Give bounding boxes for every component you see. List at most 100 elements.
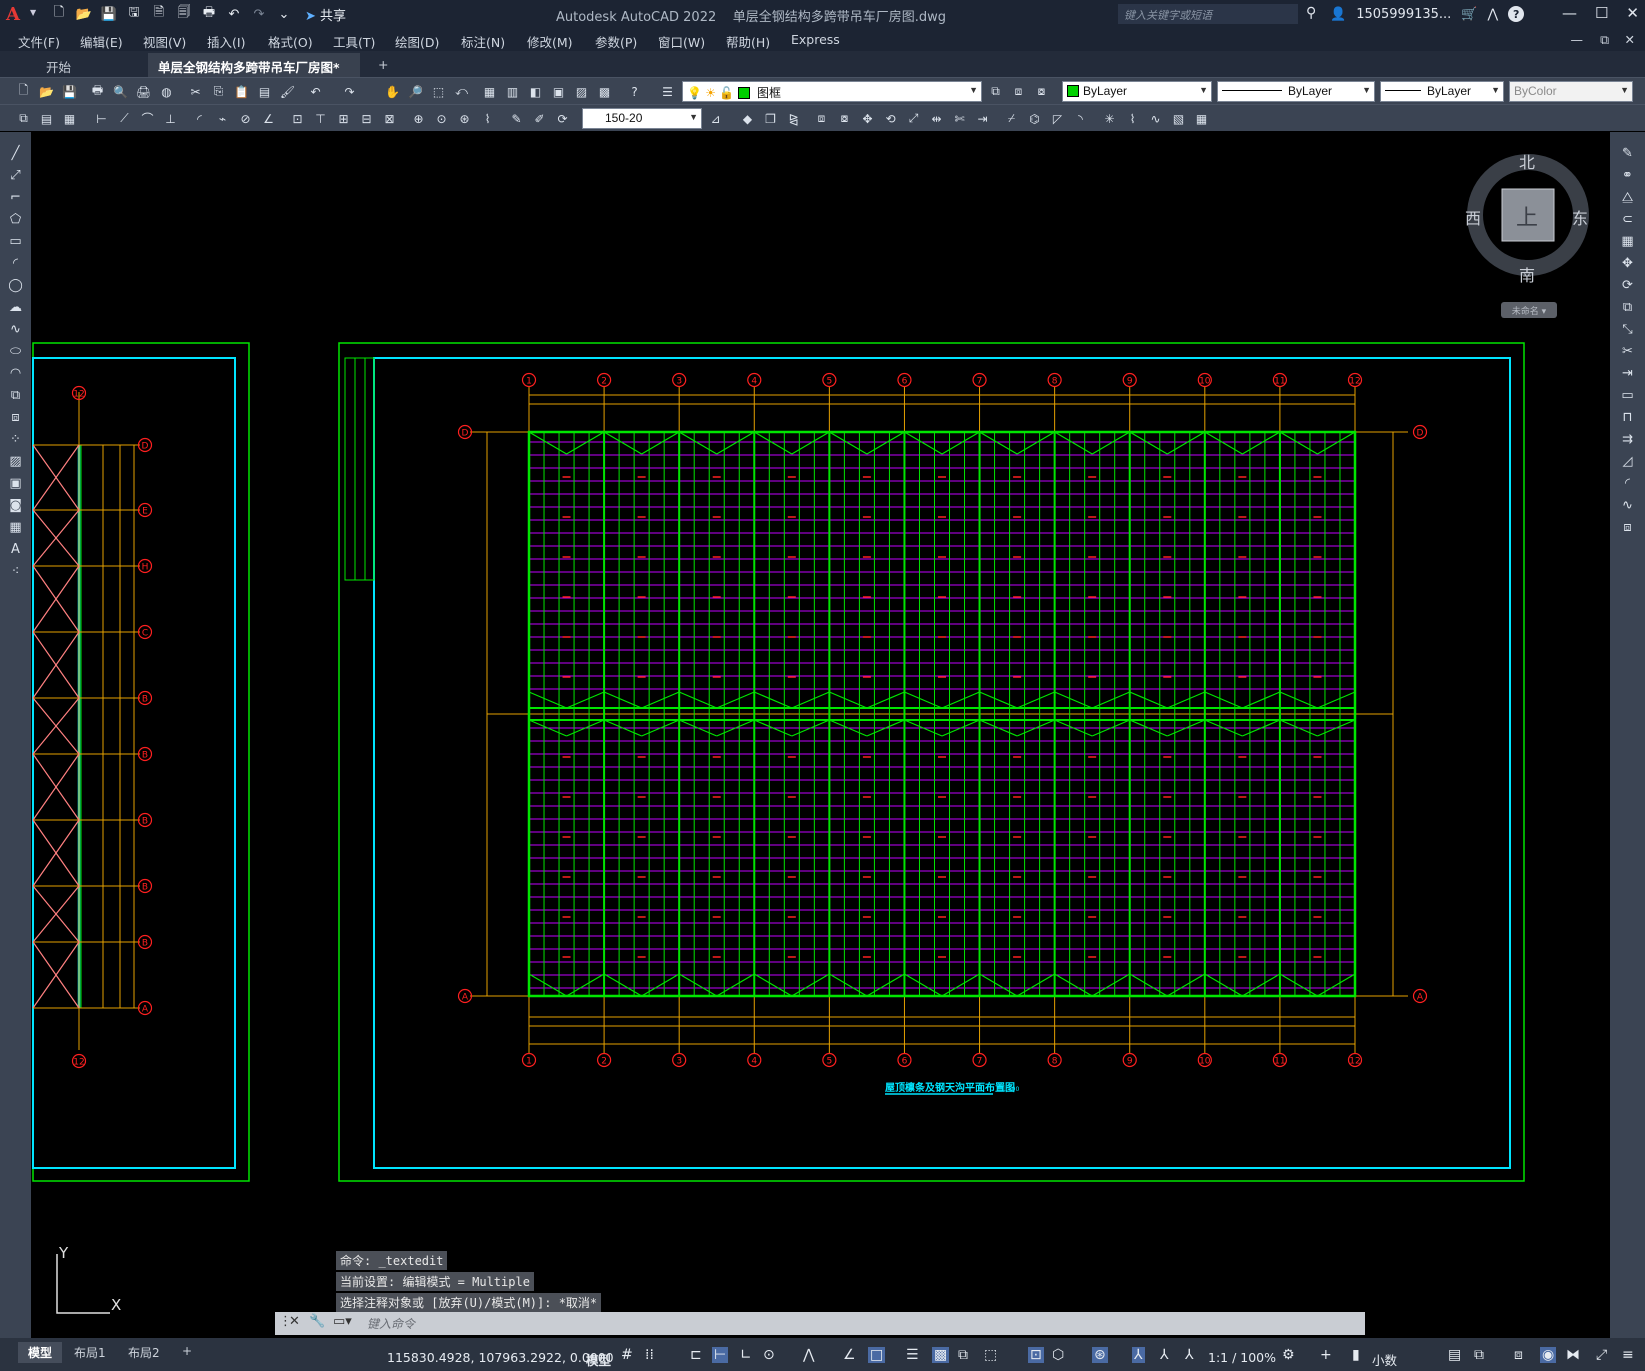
ellipse-icon[interactable]: ⬭ — [6, 342, 25, 361]
units-value[interactable]: 小数 — [1372, 1350, 1397, 1369]
stretch-icon[interactable]: ⇹ — [927, 109, 946, 128]
extend-icon[interactable]: ⇥ — [973, 109, 992, 128]
center-mark-icon[interactable]: ⊙ — [432, 109, 451, 128]
offset-icon[interactable]: ⊂ — [1618, 210, 1637, 229]
layout-tab-model[interactable]: 模型 — [18, 1342, 63, 1363]
lock-ui-icon[interactable]: ⧉ — [1474, 1347, 1484, 1363]
markup-icon[interactable]: ▨ — [572, 82, 591, 101]
array-icon[interactable]: ▦ — [1618, 232, 1637, 251]
customize-qat-icon[interactable]: ⌄ — [273, 3, 295, 25]
mirror-icon[interactable]: ⧎ — [784, 109, 803, 128]
qnew-icon[interactable]: 🗋 — [14, 82, 33, 101]
graphics-performance-icon[interactable]: ◉ — [1540, 1347, 1557, 1363]
trim-icon[interactable]: ✂ — [1618, 342, 1637, 361]
polygon-icon[interactable]: ⬠ — [6, 210, 25, 229]
copy-icon[interactable]: ⎘ — [209, 82, 228, 101]
properties-icon[interactable]: ▦ — [480, 82, 499, 101]
gizmo-icon[interactable]: ⊛ — [1092, 1347, 1108, 1363]
app-menu-chevron-icon[interactable]: ▼ — [30, 8, 36, 17]
dim-diameter-icon[interactable]: ⊘ — [236, 109, 255, 128]
undo-icon[interactable]: ↶ — [306, 82, 325, 101]
design-center-icon[interactable]: ▥ — [503, 82, 522, 101]
plot-icon[interactable]: 🖶 — [88, 82, 107, 101]
autodesk-app-icon[interactable]: ⋀ — [1487, 7, 1498, 22]
annotation-scale-value[interactable]: 1:1 / 100% — [1208, 1350, 1276, 1365]
jogged-linear-icon[interactable]: ⌇ — [478, 109, 497, 128]
layer-properties-icon[interactable]: ☰ — [658, 82, 677, 101]
save-as-icon[interactable]: 🖫 — [123, 3, 145, 25]
dim-linear-icon[interactable]: ⊢ — [92, 109, 111, 128]
quick-properties-icon[interactable]: ▤ — [1448, 1347, 1461, 1363]
help-icon[interactable]: ? — [625, 82, 644, 101]
model-space-button[interactable]: 模型 — [586, 1350, 611, 1369]
user-icon[interactable]: 👤 — [1330, 7, 1346, 22]
dim-break-icon[interactable]: ⊠ — [380, 109, 399, 128]
dim-arc-icon[interactable]: ⌒ — [138, 109, 157, 128]
ortho-icon[interactable]: ∟ — [740, 1347, 752, 1363]
construction-line-icon[interactable]: ⤢ — [6, 166, 25, 185]
match-properties-icon[interactable]: 🖌 — [278, 82, 297, 101]
zoom-previous-icon[interactable]: ⤺ — [452, 82, 471, 101]
zoom-window-icon[interactable]: ⬚ — [429, 82, 448, 101]
dim-angular-icon[interactable]: ∠ — [259, 109, 278, 128]
copy-icon[interactable]: ⚭ — [1618, 166, 1637, 185]
menu-file[interactable]: 文件(F) — [18, 32, 60, 51]
add-layout-button[interactable]: + — [172, 1342, 202, 1363]
ellipse-arc-icon[interactable]: ◠ — [6, 364, 25, 383]
plotstyle-dropdown[interactable]: ByColor ▼ — [1509, 81, 1633, 102]
join-icon[interactable]: ⌬ — [1025, 109, 1044, 128]
point-icon[interactable]: ⁘ — [6, 430, 25, 449]
drawing-canvas[interactable]: D E H C B B B B B A 12 12 1 1 2 2 3 3 4 4 5 5 6 6 7 7 8 8 9 9 10 10 11 1… — [31, 132, 1610, 1338]
stretch-icon[interactable]: ⤡ — [1618, 320, 1637, 339]
dim-ordinate-icon[interactable]: ⊥ — [161, 109, 180, 128]
dim-update-icon[interactable]: ⟳ — [553, 109, 572, 128]
join-icon[interactable]: ⇉ — [1618, 430, 1637, 449]
object-snap-icon[interactable]: □ — [868, 1347, 886, 1363]
tool-palettes-icon[interactable]: ◧ — [526, 82, 545, 101]
zoom-realtime-icon[interactable]: 🔎 — [406, 82, 425, 101]
polar-icon[interactable]: ⊙ — [763, 1347, 775, 1363]
isodraft-icon[interactable]: ⋀ — [803, 1347, 814, 1363]
minimize-icon[interactable]: — — [1562, 4, 1577, 22]
mirror-icon[interactable]: ⧋ — [1618, 188, 1637, 207]
3d-osnap-icon[interactable]: ⬚ — [984, 1347, 997, 1363]
search-icon[interactable]: ⚲ — [1306, 5, 1316, 21]
open-icon[interactable]: 📂 — [37, 82, 56, 101]
wcs-menu[interactable]: 未命名 ▾ — [1501, 302, 1557, 318]
annotation-visibility-icon[interactable]: ⅄ — [1132, 1347, 1145, 1363]
undo-icon[interactable]: ↶ — [223, 3, 245, 25]
annotation-monitor-icon[interactable]: + — [1320, 1347, 1332, 1363]
menu-express[interactable]: Express — [791, 32, 840, 47]
extend-icon[interactable]: ⇥ — [1618, 364, 1637, 383]
trim-icon[interactable]: ✄ — [950, 109, 969, 128]
revision-cloud-icon[interactable]: ☁ — [6, 298, 25, 317]
chamfer-icon[interactable]: ◸ — [1048, 109, 1067, 128]
viewcube-west[interactable]: 西 — [1465, 205, 1481, 229]
dim-radius-icon[interactable]: ◜ — [190, 109, 209, 128]
make-current-icon[interactable]: ⧉ — [986, 82, 1005, 101]
help-icon[interactable]: ? — [1508, 6, 1525, 22]
insert-block-icon[interactable]: ⧉ — [6, 386, 25, 405]
line-icon[interactable]: ╱ — [6, 144, 25, 163]
arc-icon[interactable]: ◜ — [6, 254, 25, 273]
layout-tab-1[interactable]: 布局1 — [64, 1342, 116, 1363]
layer-lock-icon[interactable]: 🔓 — [719, 86, 734, 100]
scale-icon[interactable]: ⤢ — [904, 109, 923, 128]
menu-tools[interactable]: 工具(T) — [333, 32, 375, 51]
linetype-dropdown[interactable]: ByLayer ▼ — [1217, 81, 1375, 102]
offset-icon[interactable]: ⧈ — [812, 109, 831, 128]
recent-commands-icon[interactable]: ▭▾ — [333, 1314, 352, 1329]
dim-jogged-icon[interactable]: ⌁ — [213, 109, 232, 128]
save-web-icon[interactable]: 🗐 — [173, 3, 195, 25]
erase-icon[interactable]: ◆ — [738, 109, 757, 128]
rotate-icon[interactable]: ⟲ — [881, 109, 900, 128]
layer-dropdown[interactable]: 💡 ☀ 🔓 图框 ▼ — [682, 81, 982, 102]
auto-scale-icon[interactable]: ⅄ — [1160, 1347, 1169, 1363]
command-customize-icon[interactable]: 🔧 — [309, 1314, 325, 1329]
tolerance-icon[interactable]: ⊕ — [409, 109, 428, 128]
doc-restore-icon[interactable]: ⧉ — [1600, 32, 1609, 48]
table-icon[interactable]: ▦ — [6, 518, 25, 537]
viewcube-top-face[interactable]: 上 — [1516, 200, 1538, 232]
fullscreen-icon[interactable]: ⤢ — [1596, 1347, 1607, 1363]
customization-icon[interactable]: ≡ — [1622, 1347, 1634, 1363]
